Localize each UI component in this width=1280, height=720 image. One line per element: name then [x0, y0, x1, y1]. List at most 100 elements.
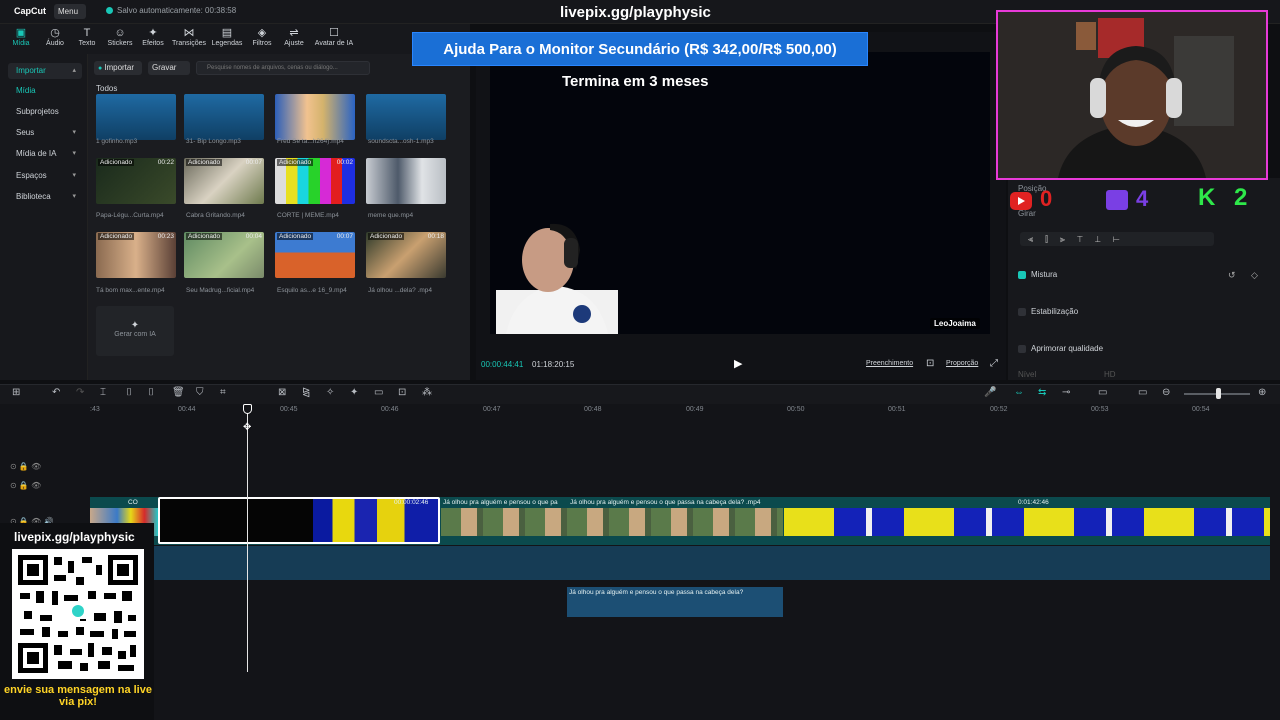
- hd-select[interactable]: HD: [1104, 370, 1116, 379]
- tool-stickers[interactable]: ☺ Stickers: [103, 26, 137, 47]
- tool-ai-avatar[interactable]: ☐ Avatar de IA: [312, 26, 356, 47]
- ai-cut-icon[interactable]: ✧: [326, 387, 334, 398]
- magic-icon[interactable]: ✦: [350, 387, 358, 398]
- import-button[interactable]: Importar: [94, 61, 142, 75]
- tool-adjust[interactable]: ⇌ Ajuste: [277, 26, 311, 47]
- media-clip[interactable]: Adicionado 00:07: [275, 232, 355, 278]
- media-clip[interactable]: [96, 94, 176, 140]
- chevron-down-icon: ▾: [72, 129, 76, 136]
- fullscreen-icon[interactable]: ⤢: [990, 358, 998, 369]
- stabilize-checkbox[interactable]: [1018, 308, 1026, 316]
- nav-seus[interactable]: Seus ▾: [8, 125, 82, 141]
- track-controls[interactable]: ⊙ 🔒 👁: [10, 462, 41, 471]
- nav-biblioteca[interactable]: Biblioteca ▾: [8, 189, 82, 205]
- zoom-out-icon[interactable]: ⊖: [1162, 387, 1170, 398]
- link-icon[interactable]: ⇔: [1014, 387, 1024, 398]
- media-clip[interactable]: Adicionado 00:02: [275, 158, 355, 204]
- play-icon[interactable]: ▶: [734, 357, 748, 371]
- crop-icon[interactable]: ⌗: [220, 387, 226, 398]
- youtube-score: 0: [1040, 186, 1053, 211]
- donation-goal-subtitle: Termina em 3 meses: [562, 73, 709, 90]
- align-buttons[interactable]: ⫷⫿⫸⊤⊥⊢: [1020, 232, 1214, 246]
- blend-label: Mistura: [1031, 270, 1058, 279]
- chevron-down-icon: ▾: [72, 172, 76, 179]
- redo-icon[interactable]: ↷: [76, 387, 84, 398]
- audio-track[interactable]: [150, 546, 1270, 580]
- nav-midia-ia[interactable]: Mídia de IA ▾: [8, 146, 82, 162]
- media-clip[interactable]: Adicionado 00:23: [96, 232, 176, 278]
- snap-icon[interactable]: ⇆: [1038, 387, 1046, 398]
- fit-icon[interactable]: ⊡: [398, 387, 406, 398]
- effects-icon: ✦: [148, 27, 158, 39]
- ai-generate-button[interactable]: ✦ Gerar com IA: [96, 306, 174, 356]
- preview-axis-icon[interactable]: ⊸: [1062, 387, 1070, 398]
- split-left-icon[interactable]: ⌷: [126, 387, 132, 398]
- split-right-icon[interactable]: ⌷: [148, 387, 154, 398]
- media-search-input[interactable]: Pesquise nomes de arquivos, cenas ou diá…: [196, 61, 370, 75]
- tool-captions[interactable]: ▤ Legendas: [210, 26, 244, 47]
- media-clip[interactable]: Adicionado 00:07: [184, 158, 264, 204]
- screenshot-icon[interactable]: ⊡: [926, 358, 934, 369]
- screen-icon[interactable]: ▭: [1138, 387, 1147, 398]
- subtitle-icon[interactable]: ▭: [374, 387, 383, 398]
- aspect-ratio-button[interactable]: Proporção: [946, 360, 978, 367]
- tool-transitions[interactable]: ⋈ Transições: [172, 26, 206, 47]
- delete-icon[interactable]: 🗑: [172, 387, 185, 398]
- playhead-handle[interactable]: [243, 404, 252, 414]
- keyframe-icon[interactable]: ◇: [1251, 270, 1258, 281]
- wand-icon[interactable]: ⁂: [422, 387, 432, 398]
- split-icon[interactable]: ⌶: [100, 387, 106, 398]
- media-clip[interactable]: Adicionado 00:04: [184, 232, 264, 278]
- tool-effects[interactable]: ✦ Efeitos: [136, 26, 170, 47]
- zoom-in-icon[interactable]: ⊕: [1258, 387, 1266, 398]
- nav-midia[interactable]: Mídia: [8, 83, 82, 99]
- nav-espacos[interactable]: Espaços ▾: [8, 168, 82, 184]
- zoom-fit-icon[interactable]: ▭: [1098, 387, 1107, 398]
- media-clip[interactable]: [366, 158, 446, 204]
- media-clip[interactable]: [275, 94, 355, 140]
- tool-filters[interactable]: ◈ Filtros: [245, 26, 279, 47]
- tool-media[interactable]: ▣ Mídia: [4, 26, 38, 47]
- captions-icon: ▤: [221, 27, 233, 39]
- marker-icon[interactable]: ⛉: [196, 387, 204, 398]
- current-time: 00:00:44:41: [481, 360, 524, 369]
- tool-audio[interactable]: ◷ Áudio: [38, 26, 72, 47]
- nav-subprojetos[interactable]: Subprojetos: [8, 104, 82, 120]
- left-nav: Importar ▴ Mídia Subprojetos Seus ▾ Mídia …: [0, 54, 88, 380]
- blend-checkbox[interactable]: [1018, 271, 1026, 279]
- chevron-up-icon: ▴: [72, 67, 76, 74]
- twitch-score: 4: [1136, 186, 1149, 211]
- undo-icon[interactable]: ↶: [52, 387, 60, 398]
- clip-name: Seu Madrug...ficial.mp4: [186, 287, 255, 294]
- clip-name: meme que.mp4: [368, 212, 414, 219]
- layout-icon[interactable]: ⊞: [12, 387, 20, 398]
- media-clip[interactable]: [366, 94, 446, 140]
- media-all-label: Todos: [96, 84, 118, 93]
- freeze-icon[interactable]: ⊠: [278, 387, 286, 398]
- time-ruler-tick: 00:44: [178, 406, 196, 413]
- media-clip[interactable]: Adicionado 00:18: [366, 232, 446, 278]
- nav-importar[interactable]: Importar ▴: [8, 63, 82, 79]
- mirror-icon[interactable]: ⧎: [302, 387, 310, 398]
- clip-name: soundscta...osh-1.mp3: [368, 138, 434, 145]
- enhance-checkbox[interactable]: [1018, 345, 1026, 353]
- tool-text[interactable]: T Texto: [70, 26, 104, 47]
- fill-button[interactable]: Preenchimento: [866, 360, 913, 367]
- microphone-icon[interactable]: 🎤: [984, 387, 996, 398]
- media-clip[interactable]: Adicionado 00:22: [96, 158, 176, 204]
- donation-goal-banner: Ajuda Para o Monitor Secundário (R$ 342,…: [412, 32, 868, 66]
- timeline-clip[interactable]: [784, 508, 1270, 536]
- zoom-slider-handle[interactable]: [1216, 388, 1221, 399]
- record-button[interactable]: Gravar: [148, 61, 190, 75]
- media-icon: ▣: [15, 27, 27, 39]
- media-clip[interactable]: [184, 94, 264, 140]
- clip-name: Cabra Gritando.mp4: [186, 212, 245, 219]
- menu-button[interactable]: Menu: [54, 4, 86, 19]
- reset-icon[interactable]: ↺: [1228, 270, 1236, 281]
- enhance-label: Aprimorar qualidade: [1031, 344, 1104, 353]
- rotate-label: Girar: [1018, 209, 1036, 218]
- timeline-clip[interactable]: [441, 508, 783, 536]
- playhead[interactable]: [247, 404, 248, 672]
- track-controls[interactable]: ⊙ 🔒 👁: [10, 481, 41, 490]
- time-ruler-tick: :43: [90, 406, 100, 413]
